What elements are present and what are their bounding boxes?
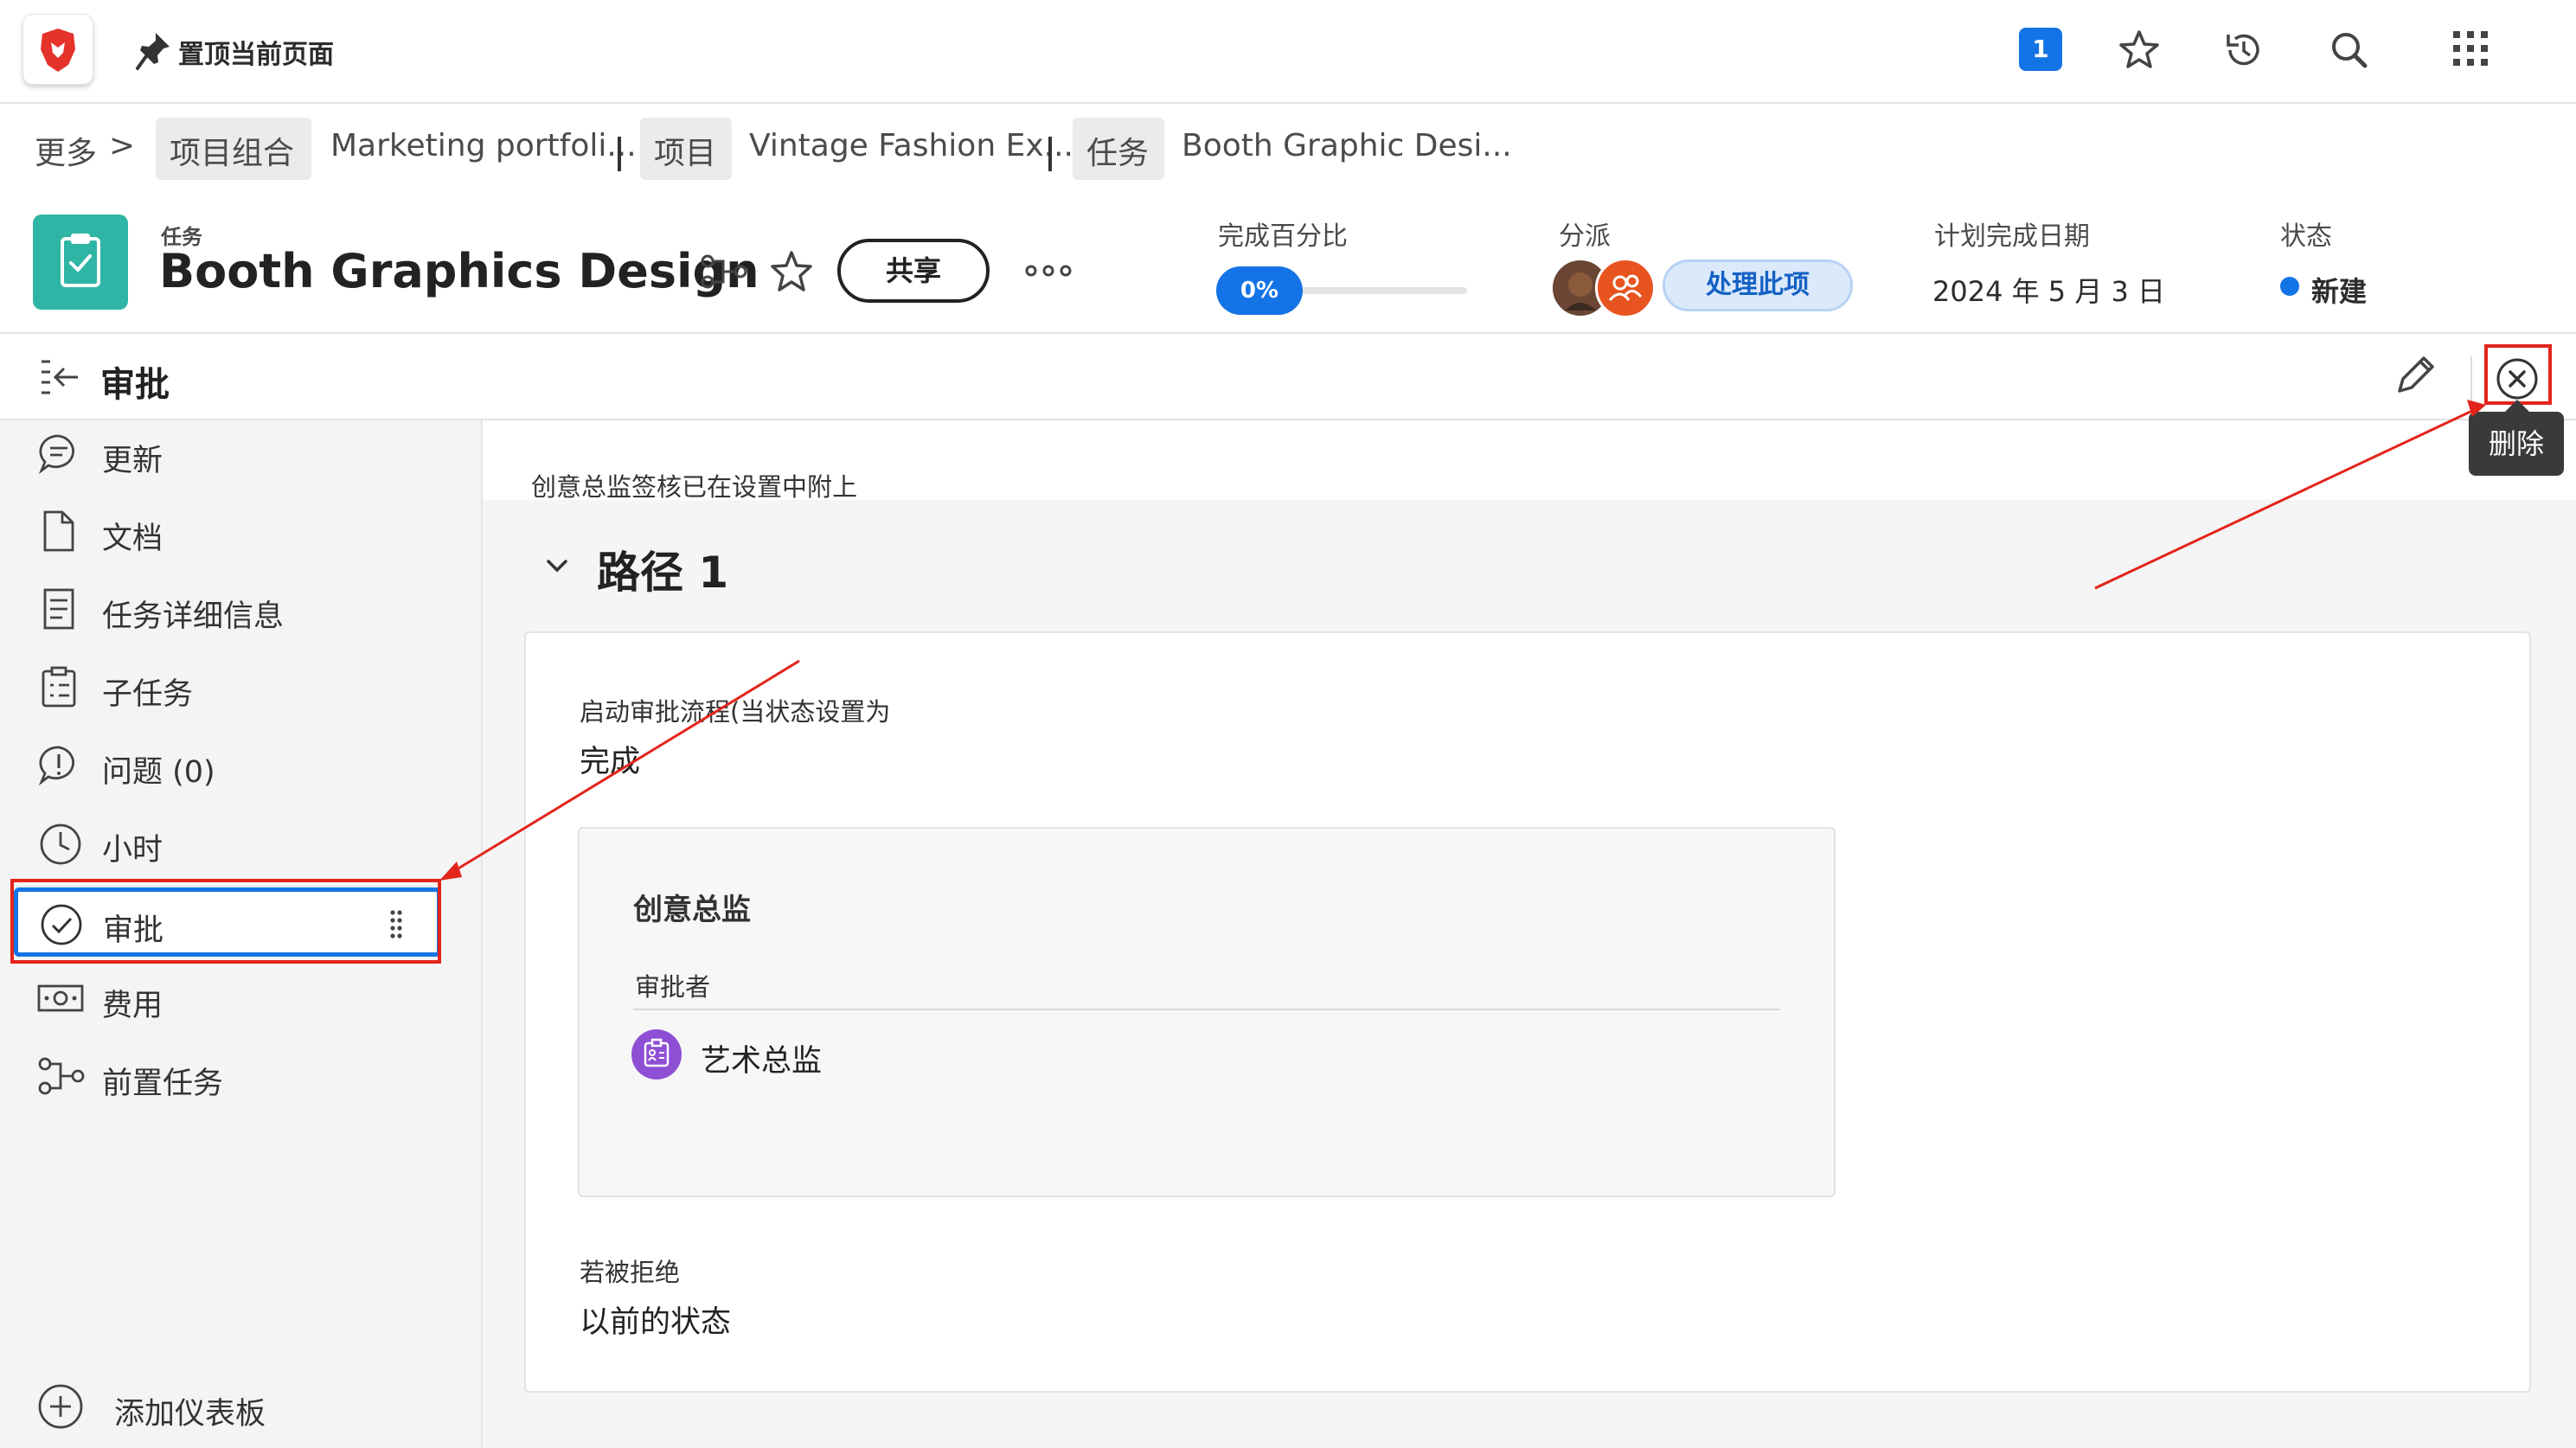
annotation-arrows	[439, 400, 2486, 881]
